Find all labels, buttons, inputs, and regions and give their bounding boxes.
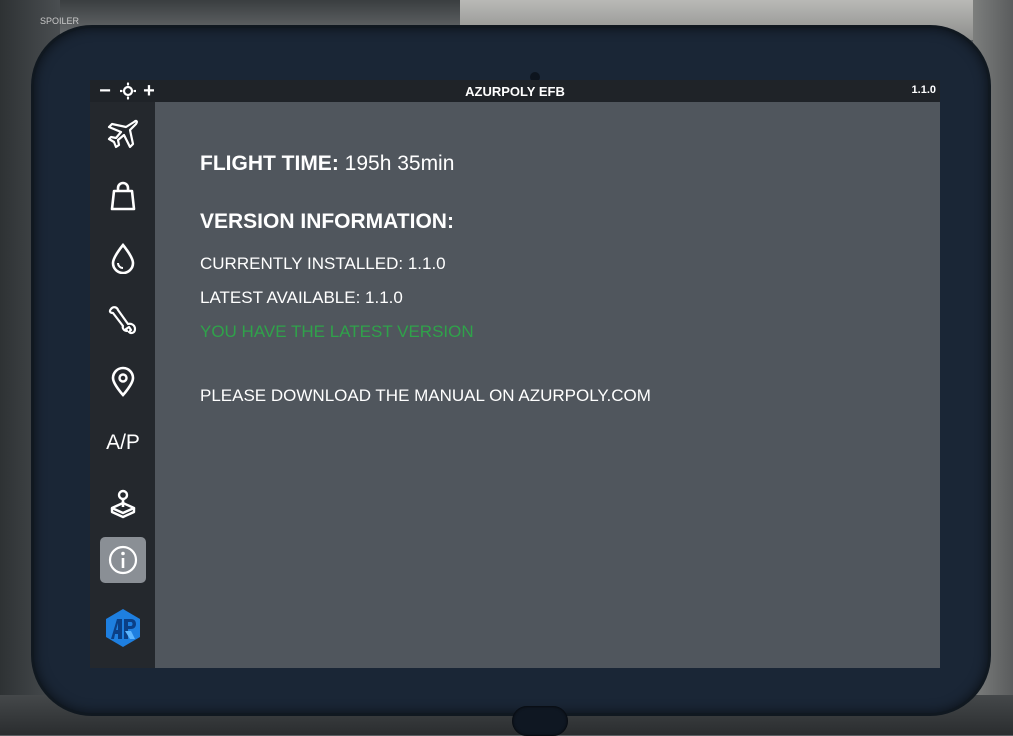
spoiler-label: SPOILER	[40, 16, 80, 26]
sidebar: A/P	[90, 102, 155, 668]
bag-icon	[110, 181, 136, 211]
sidebar-item-controls[interactable]	[100, 482, 146, 528]
info-page: FLIGHT TIME: 195h 35min VERSION INFORMAT…	[155, 102, 940, 668]
airplane-icon	[107, 119, 138, 149]
location-pin-icon	[111, 366, 135, 397]
autopilot-label: A/P	[106, 431, 140, 454]
azurpoly-logo-icon	[106, 609, 140, 647]
flight-time-label: FLIGHT TIME:	[200, 152, 339, 175]
droplet-icon	[111, 242, 135, 274]
flight-time: FLIGHT TIME: 195h 35min	[200, 152, 454, 176]
sidebar-item-navigation[interactable]	[100, 359, 146, 405]
sidebar-item-autopilot[interactable]: A/P	[100, 420, 146, 466]
efb-screen: − + AZURPOLY EFB 1.1.0 A/P FLIGHT TIME: …	[90, 80, 940, 668]
manual-note: PLEASE DOWNLOAD THE MANUAL ON AZURPOLY.C…	[200, 386, 651, 405]
version-status: YOU HAVE THE LATEST VERSION	[200, 322, 474, 341]
sidebar-item-flight[interactable]	[100, 111, 146, 157]
latest-available: LATEST AVAILABLE: 1.1.0	[200, 288, 403, 307]
home-button[interactable]	[512, 706, 568, 736]
app-title: AZURPOLY EFB	[465, 84, 565, 99]
sidebar-item-info[interactable]	[100, 537, 146, 583]
sidebar-item-fuel[interactable]	[100, 235, 146, 281]
version-heading: VERSION INFORMATION:	[200, 210, 454, 233]
wrench-icon	[108, 306, 137, 335]
info-icon	[108, 545, 138, 575]
sidebar-item-tools[interactable]	[100, 297, 146, 343]
sidebar-item-payload[interactable]	[100, 173, 146, 219]
app-version: 1.1.0	[911, 84, 936, 96]
flight-time-value: 195h 35min	[344, 152, 455, 175]
top-bar: − + AZURPOLY EFB 1.1.0	[90, 80, 940, 102]
joystick-icon	[110, 489, 136, 519]
currently-installed: CURRENTLY INSTALLED: 1.1.0	[200, 254, 446, 273]
sidebar-item-brand[interactable]	[100, 605, 146, 651]
